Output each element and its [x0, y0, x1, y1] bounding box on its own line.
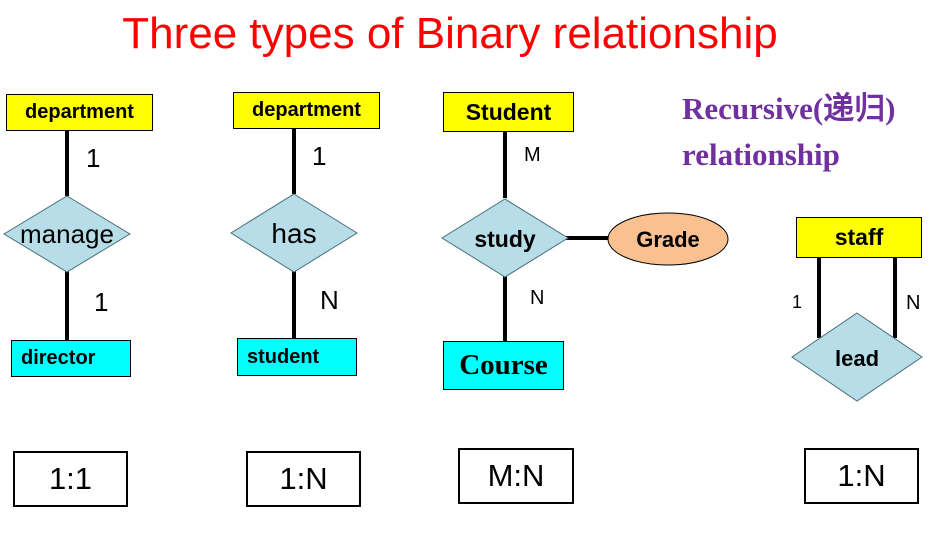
cardinality-label: N	[906, 292, 921, 314]
ratio-box: 1:1	[13, 451, 128, 507]
attribute-label: Grade	[636, 227, 700, 252]
relationship-label: lead	[834, 346, 880, 371]
ratio-label: 1:N	[837, 458, 886, 493]
relationship-label: study	[474, 226, 536, 252]
ratio-box: 1:N	[246, 451, 361, 507]
entity-label: director	[21, 347, 96, 369]
ratio-box: 1:N	[804, 448, 919, 504]
cardinality-label: M	[524, 144, 541, 166]
entity-label: staff	[834, 224, 884, 250]
entity-student: Student	[443, 92, 574, 132]
ratio-label: 1:N	[279, 461, 328, 496]
entity-label: department	[252, 99, 361, 121]
relationship-label: has	[271, 218, 317, 249]
entity-department: department	[6, 94, 153, 131]
entity-label: student	[247, 345, 320, 368]
entity-label: department	[25, 101, 134, 123]
cardinality-label: 1	[792, 292, 803, 312]
cardinality-label: N	[530, 287, 545, 309]
cardinality-label: N	[320, 285, 339, 315]
ratio-label: M:N	[487, 458, 545, 493]
cardinality-label: 1	[86, 143, 101, 173]
entity-staff: staff	[796, 217, 922, 258]
cardinality-label: 1	[312, 141, 327, 171]
entity-label: Student	[465, 98, 552, 125]
entity-label: Course	[459, 349, 548, 381]
ratio-label: 1:1	[48, 461, 93, 496]
entity-student: student	[237, 338, 357, 376]
cardinality-label: 1	[94, 287, 109, 317]
entity-department: department	[233, 92, 380, 129]
entity-director: director	[11, 340, 131, 377]
relationship-label: manage	[20, 219, 114, 249]
ratio-box: M:N	[458, 448, 574, 504]
entity-course: Course	[443, 341, 564, 390]
